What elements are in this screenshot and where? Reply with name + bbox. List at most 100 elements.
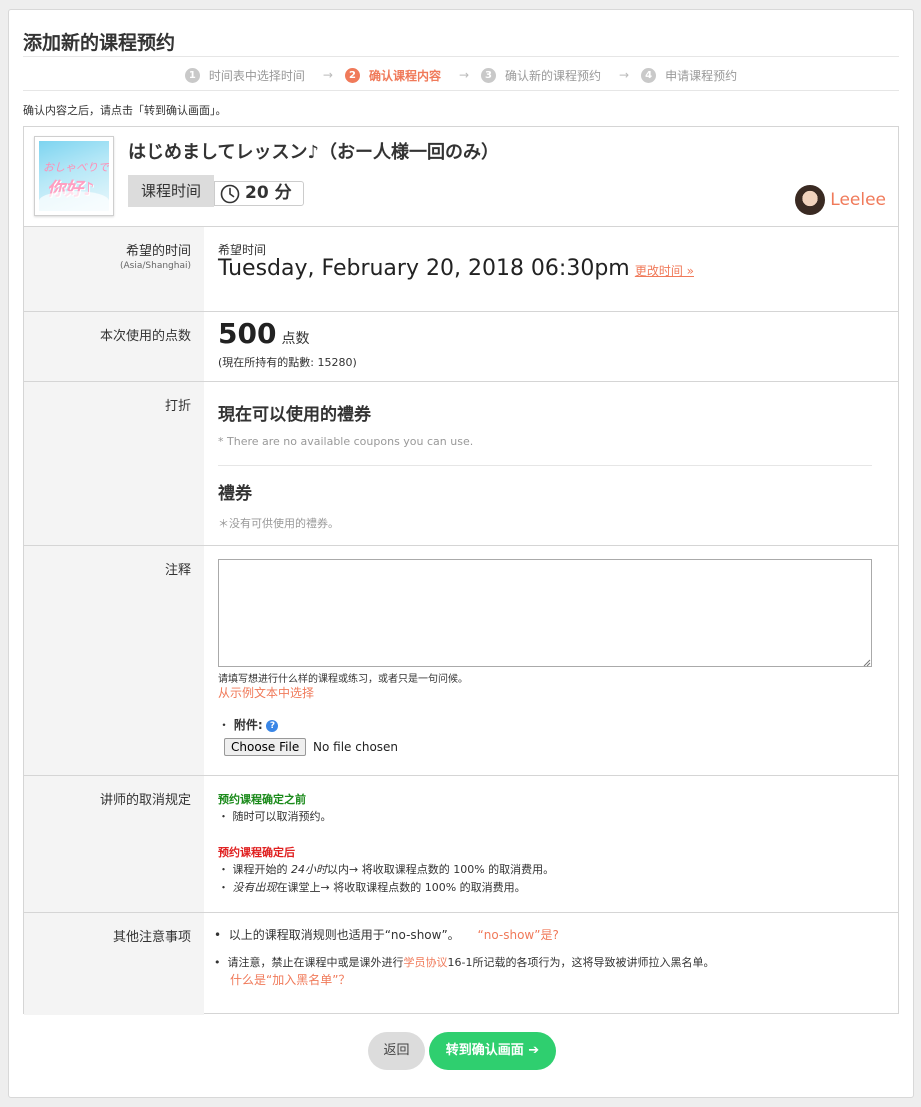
other-note-text: 以上的课程取消规则也适用于“no-show”。 [228, 928, 460, 942]
points-value: 500 [218, 317, 277, 350]
other-note-item: • 请注意，禁止在课程中或是课外进行学员协议16-1所记载的各项行为，这将导致被… [214, 954, 714, 970]
other-note-item: • 以上的课程取消规则也适用于“no-show”。 “no-show”是? [214, 926, 559, 943]
after-confirm-item: ・ 课程开始的 24小时以内→ 将收取课程点数的 100% 的取消费用。 [218, 861, 554, 877]
agreement-link[interactable]: 学员协议 [403, 956, 447, 969]
help-icon[interactable]: ? [266, 719, 279, 732]
notes-row: 注释 请填写想进行什么样的课程或练习，或者只是一句问候。 从示例文本中选择 ・ … [24, 546, 898, 776]
change-time-link[interactable]: 更改时间 » [635, 264, 694, 278]
coupon-heading: 現在可以使用的禮券 [218, 405, 371, 425]
no-show-link[interactable]: “no-show”是? [478, 928, 559, 942]
back-button[interactable]: 返回 [368, 1032, 425, 1070]
row-label: 希望的时间 [125, 244, 191, 259]
resize-handle-icon[interactable] [862, 658, 871, 667]
note-hint: 请填写想进行什么样的课程或练习，或者只是一句问候。 [218, 674, 468, 685]
after-item-text: 课程开始的 [232, 863, 291, 876]
bullet: • [214, 928, 229, 942]
bullet: • [214, 956, 228, 969]
discount-row: 打折 現在可以使用的禮券 * There are no available co… [24, 382, 898, 546]
row-label-cell: 打折 [24, 382, 204, 545]
row-label: 打折 [164, 399, 191, 414]
note-textarea[interactable] [218, 559, 872, 667]
sample-text-link[interactable]: 从示例文本中选择 [218, 684, 314, 701]
file-input: Choose File No file chosen [224, 738, 398, 756]
after-item-emphasis: 没有出现 [232, 881, 277, 894]
go-to-confirm-button[interactable]: 转到确认画面 ➔ [429, 1032, 556, 1070]
after-item-emphasis: 24小时 [291, 863, 327, 876]
arrow-right-icon: → [322, 68, 333, 82]
bullet: ・ [218, 810, 233, 823]
step-number: 4 [641, 67, 657, 83]
duration-label: 课程时间 [128, 175, 214, 207]
teacher-info[interactable]: Leelee [795, 185, 886, 215]
step-4: 4 申请课程预约 [641, 67, 737, 84]
step-2: 2 确认课程内容 [344, 67, 441, 84]
points-row: 本次使用的点数 500 点数 (現在所持有的點數: 15280) [24, 312, 898, 382]
thumbnail-text: おしゃべりで [43, 161, 109, 174]
row-label: 本次使用的点数 [99, 329, 191, 344]
lesson-header: おしゃべりで 你好♪ はじめましてレッスン♪（おー人様一回のみ） 课程时间 20… [24, 127, 898, 227]
steps-divider [23, 90, 899, 91]
after-confirm-heading: 预约课程确定后 [218, 846, 295, 859]
lesson-thumbnail: おしゃべりで 你好♪ [34, 136, 114, 216]
coupon-divider [218, 465, 872, 466]
row-label: 注释 [164, 563, 191, 578]
row-label: 讲师的取消规定 [99, 793, 191, 808]
teacher-name-link[interactable]: Leelee [830, 190, 886, 210]
attachment-label: 附件: [233, 718, 263, 732]
voucher-heading: 禮券 [218, 484, 252, 504]
booking-details: おしゃべりで 你好♪ はじめましてレッスン♪（おー人様一回のみ） 课程时间 20… [23, 126, 899, 1015]
attachment-line: ・ 附件: ? [218, 716, 279, 733]
step-label: 确认课程内容 [368, 68, 441, 83]
blacklist-link[interactable]: 什么是“加入黑名单”？ [230, 971, 350, 988]
row-label-cell: 其他注意事项 [24, 913, 204, 1015]
step-label: 确认新的课程预约 [505, 68, 602, 83]
row-label-cell: 注释 [24, 546, 204, 775]
row-label: 其他注意事项 [112, 930, 191, 945]
coupon-note: * There are no available coupons you can… [218, 435, 474, 448]
voucher-note: ＊没有可供使用的禮券。 [218, 517, 339, 530]
duration-badge: 20 分 [214, 181, 304, 206]
after-item-text: 在课堂上→ 将收取课程点数的 100% 的取消费用。 [276, 881, 526, 894]
bullet: ・ [218, 863, 233, 876]
other-notes-row: 其他注意事项 • 以上的课程取消规则也适用于“no-show”。 “no-sho… [24, 913, 898, 1015]
page-title: 添加新的课程预约 [23, 32, 176, 54]
step-number: 1 [184, 67, 200, 83]
other-note-text: 请注意，禁止在课程中或是课外进行 [227, 956, 404, 969]
choose-file-button[interactable]: Choose File [224, 738, 307, 756]
intro-text: 确认内容之后，请点击「转到确认画面」。 [23, 104, 227, 117]
step-label: 时间表中选择时间 [208, 68, 305, 83]
time-row: 希望的时间 (Asia/Shanghai) 希望时间 Tuesday, Febr… [24, 227, 898, 312]
step-number: 3 [481, 67, 497, 83]
arrow-right-icon: → [458, 68, 470, 82]
points-holding: (現在所持有的點數: 15280) [218, 356, 357, 369]
after-item-text: 以内→ 将收取课程点数的 100% 的取消费用。 [327, 863, 555, 876]
duration-value: 20 分 [245, 183, 292, 203]
step-3: 3 确认新的课程预约 [481, 67, 601, 84]
bullet: ・ [218, 718, 234, 732]
thumbnail-artwork: おしゃべりで 你好♪ [39, 141, 109, 211]
bullet: ・ [218, 881, 233, 894]
row-label-cell: 讲师的取消规定 [24, 776, 204, 912]
step-1: 1 时间表中选择时间 [184, 67, 305, 84]
cancel-policy-row: 讲师的取消规定 预约课程确定之前 ・ 随时可以取消预约。 预约课程确定后 ・ 课… [24, 776, 898, 913]
clock-icon [220, 184, 240, 204]
step-indicator: 1 时间表中选择时间 → 2 确认课程内容 → 3 确认新的课程预约 → 4 申… [9, 64, 913, 86]
before-confirm-item: ・ 随时可以取消预约。 [218, 808, 332, 824]
datetime-value: Tuesday, February 20, 2018 06:30pm [218, 256, 630, 281]
before-confirm-heading: 预约课程确定之前 [218, 793, 306, 806]
datetime-line: Tuesday, February 20, 2018 06:30pm 更改时间 … [218, 256, 694, 281]
row-label-cell: 希望的时间 (Asia/Shanghai) [24, 227, 204, 311]
title-divider [23, 56, 899, 57]
after-confirm-item: ・ 没有出现在课堂上→ 将收取课程点数的 100% 的取消费用。 [218, 879, 526, 895]
row-label-cell: 本次使用的点数 [24, 312, 204, 381]
avatar[interactable] [795, 185, 826, 215]
timezone-label: (Asia/Shanghai) [120, 261, 191, 271]
points-line: 500 点数 [218, 317, 310, 350]
step-label: 申请课程预约 [665, 68, 738, 83]
booking-card: 添加新的课程预约 1 时间表中选择时间 → 2 确认课程内容 → 3 确认新的课… [8, 9, 914, 1098]
arrow-right-icon: → [619, 68, 630, 82]
thumbnail-wave [39, 191, 109, 211]
points-unit: 点数 [281, 331, 310, 347]
file-status: No file chosen [313, 740, 399, 754]
step-number: 2 [344, 67, 360, 83]
